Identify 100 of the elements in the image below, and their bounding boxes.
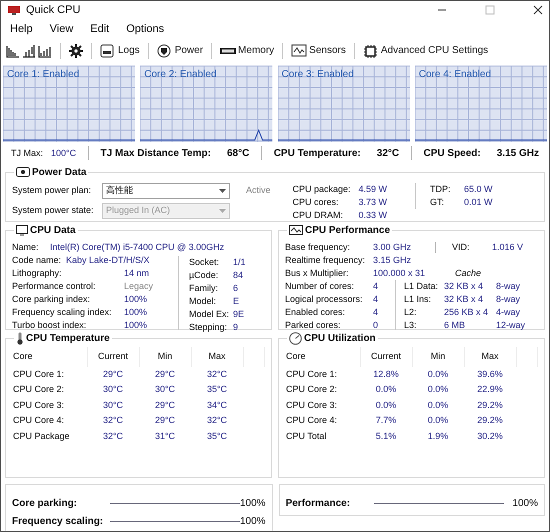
value: 100°C — [51, 146, 76, 160]
column-header: Max — [464, 346, 516, 367]
slider-label: Frequency scaling: — [12, 515, 104, 530]
settings-button[interactable] — [68, 44, 84, 58]
chart-button[interactable] — [5, 44, 21, 58]
toolbar-button[interactable]: Power — [156, 43, 204, 58]
menu-item[interactable]: Help — [10, 21, 33, 38]
column-header: Core — [12, 346, 87, 367]
label: Stepping: — [189, 320, 228, 334]
label: TJ Max Distance Temp: — [100, 146, 211, 161]
table-cell-text: 30°C — [102, 398, 124, 412]
table-cell-text: 5.1% — [374, 430, 398, 443]
table-cell-text: 31°C — [154, 430, 176, 443]
caret-icon — [219, 208, 226, 213]
toolbar-button[interactable]: Memory — [219, 43, 276, 58]
label: L1 Data: — [404, 280, 440, 293]
table-cell-text: 35°C — [206, 430, 228, 443]
table-cell: 12.8% — [360, 366, 412, 382]
value: E — [233, 294, 240, 308]
value: 14 nm — [124, 266, 150, 280]
column-header: Core — [285, 346, 360, 367]
value: 9 — [233, 320, 238, 334]
chart-button[interactable] — [37, 44, 53, 58]
monitor-graph-icon — [289, 224, 303, 236]
bar-chart-icon — [38, 44, 52, 58]
table-cell: 29°C — [87, 366, 139, 382]
toolbar-button[interactable]: Sensors — [290, 43, 347, 58]
label: System power state: — [12, 204, 95, 218]
table-cell-text: CPU Core 3: — [285, 398, 338, 412]
table-cell-text: 35°C — [206, 383, 228, 396]
graph-label: Core 1: Enabled — [7, 68, 80, 82]
value: 6 MB — [444, 318, 466, 332]
dropdown[interactable]: 高性能 — [102, 182, 230, 199]
label: Core parking index: — [12, 292, 92, 306]
label: Base frequency: — [285, 240, 352, 254]
graph-label: Core 4: Enabled — [418, 68, 492, 82]
table-cell-text: 29.2% — [476, 414, 504, 428]
value: 65.0 W — [464, 182, 493, 196]
table-cell-text: 34°C — [206, 398, 228, 412]
settings-icon — [69, 44, 83, 58]
table-cell: CPU Core 1: — [12, 366, 87, 382]
label: CPU Temperature: — [274, 146, 361, 161]
table-cell: 29°C — [139, 366, 191, 382]
value: 4.59 W — [358, 182, 388, 196]
value: 84 — [233, 268, 244, 282]
label: Parked cores: — [285, 318, 342, 332]
value: 0 — [373, 318, 378, 332]
table-cell-text: 29.2% — [476, 398, 504, 412]
value: 32°C — [376, 146, 400, 161]
value: 4-way — [496, 306, 520, 319]
label: Family: — [189, 282, 219, 295]
table-cell-text: 29°C — [154, 414, 176, 428]
close-icon[interactable] — [533, 4, 543, 15]
table-cell-text: CPU Core 4: — [12, 414, 66, 428]
status-text: Active — [246, 184, 271, 198]
label: CPU cores: — [292, 196, 340, 209]
value: 3.15 GHz — [496, 146, 539, 161]
label: Realtime frequency: — [285, 254, 366, 267]
window-title: Quick CPU — [26, 2, 80, 18]
value: 32 KB x 4 — [444, 280, 484, 293]
label: System power plan: — [12, 184, 92, 198]
table-cell-text: 7.7% — [374, 414, 398, 428]
table-cell: 32°C — [191, 366, 243, 382]
group-title: CPU Temperature — [26, 332, 110, 346]
chip-icon — [362, 44, 379, 58]
menu-item[interactable]: Options — [126, 21, 164, 38]
value: 3.00 GHz — [373, 240, 412, 254]
value: 8-way — [496, 292, 520, 306]
table-cell: 39.6% — [464, 366, 516, 382]
label: GT: — [430, 196, 446, 209]
label: Turbo boost index: — [12, 318, 88, 332]
value: 6 — [233, 282, 238, 295]
value: 0.01 W — [464, 196, 493, 209]
value: Kaby Lake-DT/H/S/X — [66, 254, 151, 267]
table-cell-text: 0.0% — [426, 398, 450, 412]
app-icon — [7, 4, 21, 16]
chart-button[interactable] — [21, 44, 37, 58]
table-cell-text: 32°C — [102, 414, 124, 428]
menu-item[interactable]: View — [50, 21, 74, 38]
label: Enabled cores: — [285, 306, 346, 319]
shield-icon — [156, 44, 173, 58]
value: 0.33 W — [358, 208, 388, 222]
label: Logical processors: — [285, 292, 364, 306]
caret-icon — [219, 188, 226, 193]
table-cell-text: 1.9% — [426, 430, 450, 443]
label: VID: — [452, 240, 471, 254]
table-cell-text: CPU Core 2: — [12, 383, 66, 396]
value: 256 KB x 4 — [444, 306, 490, 319]
toolbar-button[interactable]: Advanced CPU Settings — [362, 43, 490, 58]
menu-item[interactable]: Edit — [90, 21, 110, 38]
column-header: Min — [139, 346, 191, 367]
label: CPU package: — [292, 182, 352, 196]
cache-heading: Cache — [455, 266, 482, 280]
toolbar-button[interactable]: Logs — [99, 43, 141, 58]
value: 8-way — [496, 280, 520, 293]
gauge-icon — [289, 332, 302, 345]
value: Legacy — [124, 280, 154, 293]
table-cell-text: 32°C — [206, 414, 228, 428]
label: Frequency scaling index: — [12, 306, 113, 319]
label: Performance control: — [12, 280, 97, 293]
